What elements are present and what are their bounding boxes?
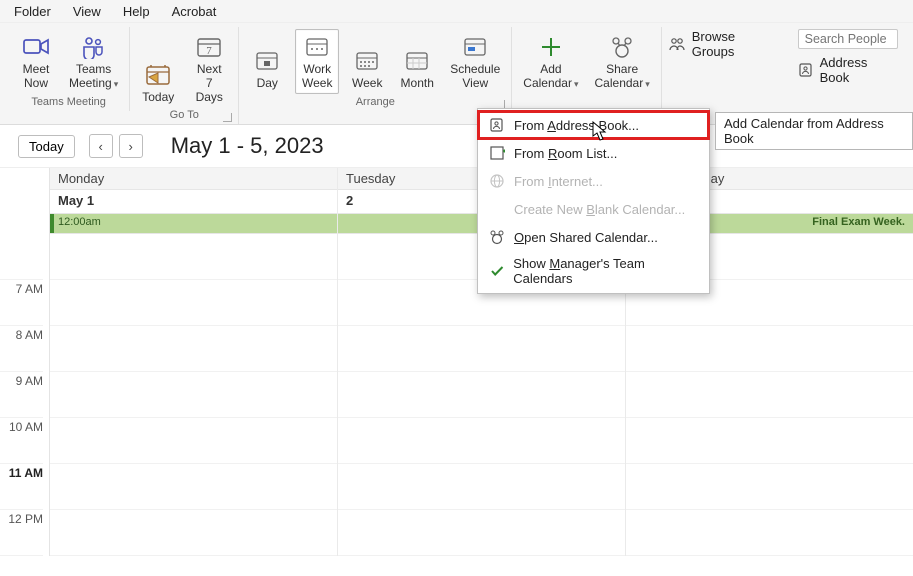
time-label: 8 AM (0, 326, 43, 372)
time-label: 7 AM (0, 280, 43, 326)
globe-icon (488, 172, 506, 190)
camera-icon (22, 33, 50, 61)
meet-now-button[interactable]: MeetNow (14, 29, 58, 94)
tooltip: Add Calendar from Address Book (715, 112, 913, 150)
share-icon (608, 33, 636, 61)
today-button[interactable]: Today (18, 135, 75, 158)
browse-groups-button[interactable]: Browse Groups (668, 29, 780, 59)
dropdown-from-room-list[interactable]: From Room List... (478, 139, 709, 167)
next-week-button[interactable]: › (119, 134, 143, 158)
day-date: May 1 (50, 190, 337, 214)
menu-help[interactable]: Help (123, 4, 150, 19)
today-ribbon-button[interactable]: Today (136, 57, 180, 108)
group-calendar: AddCalendar▾ ShareCalendar▾ (512, 27, 661, 111)
goto-launcher-icon[interactable] (223, 113, 232, 122)
group-label-arrange: Arrange (356, 96, 395, 108)
day-header: Monday (50, 168, 337, 190)
month-view-button[interactable]: Month (395, 43, 439, 94)
groups-icon (668, 36, 686, 52)
workweek-calendar-icon (303, 33, 331, 61)
week-calendar-icon (353, 47, 381, 75)
date-range-title: May 1 - 5, 2023 (171, 133, 324, 159)
group-label-goto: Go To (170, 109, 199, 121)
teams-icon (80, 33, 108, 61)
svg-text:7: 7 (206, 45, 212, 57)
menu-folder[interactable]: Folder (14, 4, 51, 19)
ribbon: MeetNow TeamsMeeting▾ Teams Meeting To (0, 23, 913, 125)
time-column: 7 AM 8 AM 9 AM 10 AM 11 AM 12 PM (0, 168, 50, 556)
dropdown-create-blank: Create New Blank Calendar... (478, 195, 709, 223)
share-calendar-button[interactable]: ShareCalendar▾ (590, 29, 655, 94)
time-label: 10 AM (0, 418, 43, 464)
add-calendar-button[interactable]: AddCalendar▾ (518, 29, 583, 94)
allday-event[interactable]: 12:00am (50, 214, 337, 234)
next7-calendar-icon: 7 (195, 33, 223, 61)
time-label: 12 PM (0, 510, 43, 556)
time-label: 9 AM (0, 372, 43, 418)
group-goto: Today 7 Next7 Days Go To (130, 27, 239, 124)
day-calendar-icon (253, 47, 281, 75)
dropdown-team-calendars[interactable]: Show Manager's Team Calendars (478, 251, 709, 291)
work-week-button[interactable]: WorkWeek (295, 29, 339, 94)
dropdown-open-shared[interactable]: Open Shared Calendar... (478, 223, 709, 251)
address-book-icon (798, 62, 814, 78)
group-groups: Browse Groups Address Book (662, 27, 905, 102)
time-label: 11 AM (0, 464, 43, 510)
dropdown-from-address-book[interactable]: From Address Book... (478, 111, 709, 139)
menu-view[interactable]: View (73, 4, 101, 19)
dropdown-from-internet: From Internet... (478, 167, 709, 195)
address-book-button[interactable]: Address Book (798, 55, 899, 85)
teams-meeting-button[interactable]: TeamsMeeting▾ (64, 29, 123, 94)
calendar-grid: 7 AM 8 AM 9 AM 10 AM 11 AM 12 PM Monday … (0, 167, 913, 556)
week-view-button[interactable]: Week (345, 43, 389, 94)
open-shared-icon (488, 228, 506, 246)
menu-bar: Folder View Help Acrobat (0, 0, 913, 23)
room-list-icon (488, 144, 506, 162)
group-arrange: Day WorkWeek Week (239, 27, 512, 111)
plus-icon (537, 33, 565, 61)
prev-week-button[interactable]: ‹ (89, 134, 113, 158)
schedule-view-icon (461, 33, 489, 61)
address-book-icon (488, 116, 506, 134)
checkmark-icon (488, 262, 505, 280)
next-7-days-button[interactable]: 7 Next7 Days (186, 29, 232, 107)
today-calendar-icon (144, 61, 172, 89)
day-column-monday[interactable]: Monday May 1 12:00am (50, 168, 338, 556)
search-people-input[interactable] (798, 29, 898, 49)
menu-acrobat[interactable]: Acrobat (172, 4, 217, 19)
month-calendar-icon (403, 47, 431, 75)
schedule-view-button[interactable]: ScheduleView (445, 29, 505, 94)
chevron-left-icon: ‹ (99, 139, 103, 154)
add-calendar-dropdown: From Address Book... From Room List... F… (477, 108, 710, 294)
group-teams-meeting: MeetNow TeamsMeeting▾ Teams Meeting (8, 27, 130, 111)
time-label (0, 234, 43, 280)
group-label-teams: Teams Meeting (31, 96, 106, 108)
day-view-button[interactable]: Day (245, 43, 289, 94)
chevron-right-icon: › (129, 139, 133, 154)
